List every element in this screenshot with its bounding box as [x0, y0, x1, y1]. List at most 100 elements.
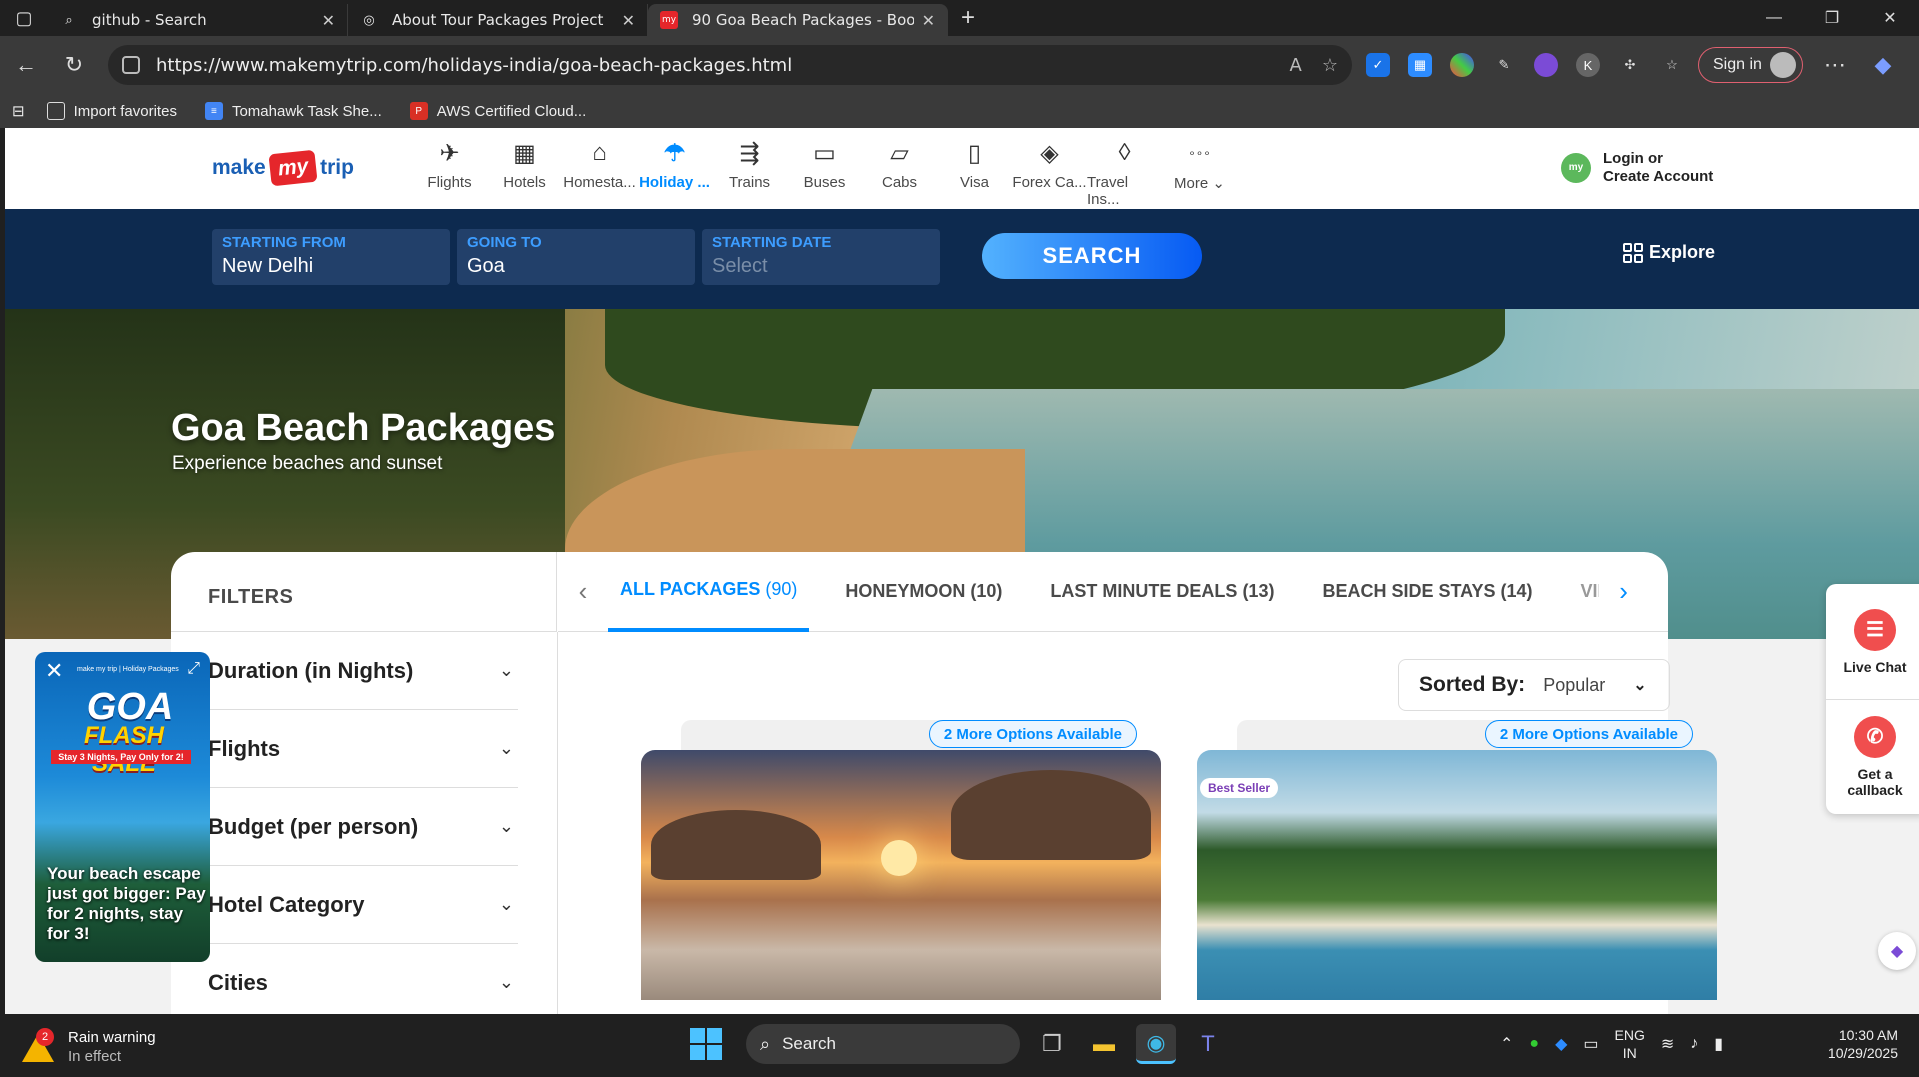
- browser-tab-about[interactable]: ◎ About Tour Packages Project ✕: [348, 4, 648, 36]
- login-button[interactable]: my Login or Create Account: [1561, 150, 1713, 186]
- clock[interactable]: 10:30 AM 10/29/2025: [1818, 1026, 1898, 1062]
- profile-k-icon[interactable]: K: [1576, 53, 1600, 77]
- copilot-icon[interactable]: ◆: [1861, 43, 1905, 87]
- battery-icon[interactable]: ▮: [1714, 1034, 1723, 1054]
- close-window-icon[interactable]: ✕: [1861, 0, 1919, 36]
- security-icon[interactable]: ◆: [1555, 1034, 1567, 1054]
- close-icon[interactable]: ✕: [622, 11, 635, 30]
- nav-visa[interactable]: ▯ Visa: [937, 136, 1012, 208]
- live-chat-button[interactable]: ☰ Live Chat: [1826, 584, 1919, 699]
- app-tray-icon[interactable]: ●: [1529, 1035, 1539, 1053]
- sign-in-button[interactable]: Sign in: [1698, 47, 1803, 83]
- site-info-icon[interactable]: [122, 56, 140, 74]
- todo-extension-icon[interactable]: ✓: [1366, 53, 1390, 77]
- refresh-icon[interactable]: ↻: [52, 43, 96, 87]
- from-field[interactable]: STARTING FROM New Delhi: [212, 229, 450, 285]
- more-options-badge[interactable]: 2 More Options Available: [928, 720, 1137, 748]
- from-value[interactable]: New Delhi: [222, 255, 440, 278]
- extensions-icon[interactable]: ✣: [1618, 53, 1642, 77]
- favorite-aws[interactable]: P AWS Certified Cloud...: [409, 102, 586, 120]
- filter-flights[interactable]: Flights ⌄: [208, 710, 518, 788]
- favorite-star-icon[interactable]: ☆: [1322, 55, 1338, 76]
- tab-actions-icon[interactable]: ▢: [0, 0, 48, 36]
- maximize-icon[interactable]: ❐: [1803, 0, 1861, 36]
- read-aloud-icon[interactable]: A: [1290, 55, 1302, 76]
- url-bar[interactable]: https://www.makemytrip.com/holidays-indi…: [108, 45, 1352, 85]
- package-tabs: ‹ ALL PACKAGES (90) HONEYMOON (10) LAST …: [558, 552, 1668, 632]
- tab-count: (90): [765, 579, 798, 599]
- task-view-icon[interactable]: ❐: [1032, 1024, 1072, 1064]
- nav-cabs[interactable]: ▱ Cabs: [862, 136, 937, 208]
- to-field[interactable]: GOING TO Goa: [457, 229, 695, 285]
- nav-hotels[interactable]: ▦ Hotels: [487, 136, 562, 208]
- taskbar-search[interactable]: ⌕ Search: [746, 1024, 1020, 1064]
- nav-forex[interactable]: ◈ Forex Ca...: [1012, 136, 1087, 208]
- copilot-float-icon[interactable]: ◆: [1878, 932, 1916, 970]
- calendar-extension-icon[interactable]: ▦: [1408, 53, 1432, 77]
- site-header: make my trip ✈ Flights ▦ Hotels ⌂ Homesta..…: [5, 128, 1919, 209]
- nav-label: Hotels: [503, 174, 546, 191]
- ai-extension-icon[interactable]: [1534, 53, 1558, 77]
- wifi-icon[interactable]: ≋: [1661, 1034, 1674, 1054]
- mmt-logo[interactable]: make my trip: [212, 146, 354, 190]
- promo-banner[interactable]: ✕ make my trip | Holiday Packages ⤢ GOA …: [35, 652, 210, 962]
- favorites-icon[interactable]: ☆: [1660, 53, 1684, 77]
- close-icon[interactable]: ✕: [322, 11, 335, 30]
- chevron-left-icon[interactable]: ‹: [558, 576, 608, 607]
- callback-button[interactable]: ✆ Get a callback: [1826, 699, 1919, 814]
- nav-homestays[interactable]: ⌂ Homesta...: [562, 136, 637, 208]
- tab-beach-side[interactable]: BEACH SIDE STAYS (14): [1310, 552, 1544, 632]
- back-icon[interactable]: ←: [4, 43, 48, 87]
- nav-insurance[interactable]: ◊ Travel Ins...: [1087, 136, 1162, 208]
- nav-flights[interactable]: ✈ Flights: [412, 136, 487, 208]
- sort-dropdown[interactable]: Sorted By: Popular ⌄: [1398, 659, 1670, 711]
- color-extension-icon[interactable]: [1450, 53, 1474, 77]
- expand-icon[interactable]: ⤢: [187, 660, 200, 678]
- chevron-up-icon[interactable]: ⌃: [1500, 1034, 1513, 1054]
- nav-more[interactable]: ∘∘∘ More ⌄: [1162, 136, 1237, 208]
- favorite-tomahawk[interactable]: ≡ Tomahawk Task She...: [204, 102, 382, 120]
- edge-icon[interactable]: ◉: [1136, 1024, 1176, 1064]
- volume-icon[interactable]: ♪: [1690, 1035, 1698, 1053]
- settings-more-icon[interactable]: ⋯: [1813, 43, 1857, 87]
- start-icon[interactable]: [690, 1028, 722, 1060]
- tab-honeymoon[interactable]: HONEYMOON (10): [833, 552, 1014, 632]
- more-options-badge[interactable]: 2 More Options Available: [1484, 720, 1693, 748]
- date-field[interactable]: STARTING DATE Select: [702, 229, 940, 285]
- package-card[interactable]: 2 More Options Available: [641, 720, 1161, 1014]
- minimize-icon[interactable]: —: [1745, 0, 1803, 36]
- filter-cities[interactable]: Cities ⌄: [208, 944, 518, 1014]
- package-image[interactable]: Best Seller: [1197, 750, 1717, 1000]
- favorite-import[interactable]: Import favorites: [46, 102, 177, 120]
- teams-icon[interactable]: T: [1188, 1024, 1228, 1064]
- nav-buses[interactable]: ▭ Buses: [787, 136, 862, 208]
- collections-icon[interactable]: ⊟: [12, 102, 25, 120]
- browser-tab-goa[interactable]: my 90 Goa Beach Packages - Book Go ✕: [648, 4, 948, 36]
- browser-tab-github[interactable]: ⌕ github - Search ✕: [48, 4, 348, 36]
- tab-villas[interactable]: VIL: [1569, 552, 1599, 632]
- url-text[interactable]: https://www.makemytrip.com/holidays-indi…: [156, 55, 1270, 76]
- package-image[interactable]: [641, 750, 1161, 1000]
- eyedropper-icon[interactable]: ✎: [1492, 53, 1516, 77]
- package-card[interactable]: 2 More Options Available Best Seller: [1197, 720, 1717, 1014]
- tab-last-minute[interactable]: LAST MINUTE DEALS (13): [1038, 552, 1286, 632]
- file-explorer-icon[interactable]: ▬: [1084, 1024, 1124, 1064]
- filter-duration[interactable]: Duration (in Nights) ⌄: [208, 632, 518, 710]
- language-indicator[interactable]: ENG IN: [1615, 1026, 1645, 1062]
- new-tab-button[interactable]: +: [948, 4, 988, 32]
- nav-trains[interactable]: ⇶ Trains: [712, 136, 787, 208]
- tab-all-packages[interactable]: ALL PACKAGES (90): [608, 552, 810, 632]
- date-placeholder[interactable]: Select: [712, 255, 930, 278]
- to-value[interactable]: Goa: [467, 255, 685, 278]
- display-icon[interactable]: ▭: [1583, 1034, 1598, 1054]
- filter-budget[interactable]: Budget (per person) ⌄: [208, 788, 518, 866]
- close-icon[interactable]: ✕: [45, 658, 63, 684]
- close-icon[interactable]: ✕: [922, 11, 935, 30]
- clock-time: 10:30 AM: [1838, 1027, 1898, 1043]
- filter-hotel-category[interactable]: Hotel Category ⌄: [208, 866, 518, 944]
- weather-widget[interactable]: 2 Rain warning In effect: [22, 1028, 156, 1066]
- chevron-right-icon[interactable]: ›: [1599, 576, 1649, 607]
- explore-button[interactable]: Explore: [1623, 242, 1715, 263]
- nav-holiday[interactable]: ☂ Holiday ...: [637, 136, 712, 208]
- search-button[interactable]: SEARCH: [982, 233, 1202, 279]
